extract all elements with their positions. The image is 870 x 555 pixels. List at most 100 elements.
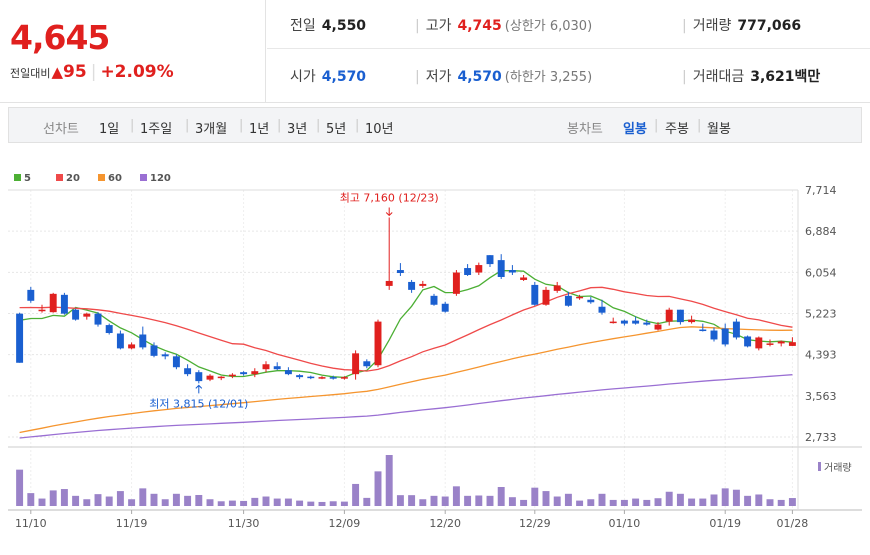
candle	[307, 376, 315, 379]
x-tick-label: 12/29	[519, 517, 551, 530]
candle	[374, 321, 382, 366]
candle	[676, 309, 684, 323]
volume-bar	[643, 499, 651, 506]
legend-label: 20	[66, 173, 80, 184]
candle	[262, 364, 270, 370]
candle	[128, 344, 136, 349]
candlestick-chart: 5 20 60 120 7,714 6,884 6,054 5,223 4,393 3,563 2,…	[8, 173, 862, 530]
volume-bar	[688, 498, 696, 506]
candle	[699, 329, 707, 332]
candle	[609, 321, 617, 324]
volume-bar	[430, 495, 438, 506]
candle	[721, 328, 729, 345]
candle	[542, 289, 550, 305]
x-tick-label: 11/19	[116, 517, 148, 530]
candle	[206, 375, 214, 380]
volume-bar	[139, 488, 147, 506]
x-tick-label: 01/28	[777, 517, 809, 530]
candle	[27, 289, 35, 301]
volume-bar	[161, 499, 169, 506]
y-tick-label: 4,393	[805, 349, 837, 362]
candle	[643, 322, 651, 325]
volume-bar	[116, 491, 124, 506]
legend-swatch	[14, 174, 21, 181]
volume-bar	[732, 489, 740, 506]
candle	[38, 309, 46, 312]
candle	[688, 319, 696, 323]
candle	[587, 299, 595, 303]
volume-bar	[576, 500, 584, 506]
candle	[284, 370, 292, 375]
candle	[508, 270, 516, 273]
candle	[273, 366, 281, 370]
volume-bar	[531, 487, 539, 506]
candle	[94, 313, 102, 325]
candle	[318, 377, 326, 379]
volume-bar	[329, 501, 337, 506]
volume-bar	[396, 495, 404, 506]
volume-bar	[408, 495, 416, 506]
volume-legend-label: 거래량	[824, 462, 852, 474]
candle	[464, 268, 472, 275]
volume-bar	[105, 496, 113, 506]
candle	[419, 283, 427, 286]
volume-bar	[94, 494, 102, 506]
candle	[531, 284, 539, 305]
volume-bar	[318, 501, 326, 506]
candle	[150, 345, 158, 356]
volume-bar	[195, 494, 203, 506]
legend-label: 120	[150, 173, 171, 184]
candle	[497, 260, 505, 277]
volume-bar	[486, 495, 494, 506]
volume-bar	[128, 499, 136, 506]
legend-label: 5	[24, 173, 31, 184]
candle	[228, 374, 236, 377]
candle	[340, 377, 348, 379]
volume-bar	[206, 499, 214, 506]
candle	[217, 376, 225, 379]
annotation-label: 최저 3,815 (12/01)	[149, 397, 248, 410]
volume-bar	[766, 499, 774, 506]
candle	[766, 343, 774, 345]
x-tick-label: 12/20	[429, 517, 461, 530]
volume-bar	[710, 494, 718, 506]
volume-legend-swatch	[818, 462, 821, 471]
candle	[240, 372, 248, 375]
volume-bar	[307, 501, 315, 506]
volume-bar	[464, 495, 472, 506]
y-tick-label: 6,054	[805, 266, 837, 279]
candle	[251, 371, 259, 375]
volume-bar	[497, 487, 505, 506]
volume-bar	[228, 500, 236, 506]
volume-bar	[508, 497, 516, 506]
candle	[620, 320, 628, 324]
x-tick-label: 11/30	[228, 517, 260, 530]
volume-bar	[172, 493, 180, 506]
candle	[296, 375, 304, 378]
volume-bar	[520, 499, 528, 506]
candle	[654, 324, 662, 330]
candle	[184, 368, 192, 375]
x-tick-label: 01/19	[709, 517, 741, 530]
volume-bar	[620, 499, 628, 506]
legend-swatch	[98, 174, 105, 181]
volume-bar	[665, 491, 673, 506]
candle	[441, 303, 449, 312]
candle	[49, 293, 57, 313]
volume-bar	[676, 493, 684, 506]
volume-bar	[72, 495, 80, 506]
volume-bar	[38, 498, 46, 506]
y-tick-label: 7,714	[805, 184, 837, 197]
candle	[486, 255, 494, 265]
ma-line	[19, 374, 793, 439]
y-tick-label: 2,733	[805, 431, 837, 444]
volume-bar	[184, 495, 192, 506]
candle	[105, 325, 113, 334]
volume-bar	[49, 490, 57, 506]
volume-bar	[240, 500, 248, 506]
volume-bar	[632, 498, 640, 506]
volume-bar	[217, 501, 225, 506]
volume-bar	[777, 499, 785, 506]
candle	[452, 272, 460, 294]
candle	[553, 285, 561, 291]
